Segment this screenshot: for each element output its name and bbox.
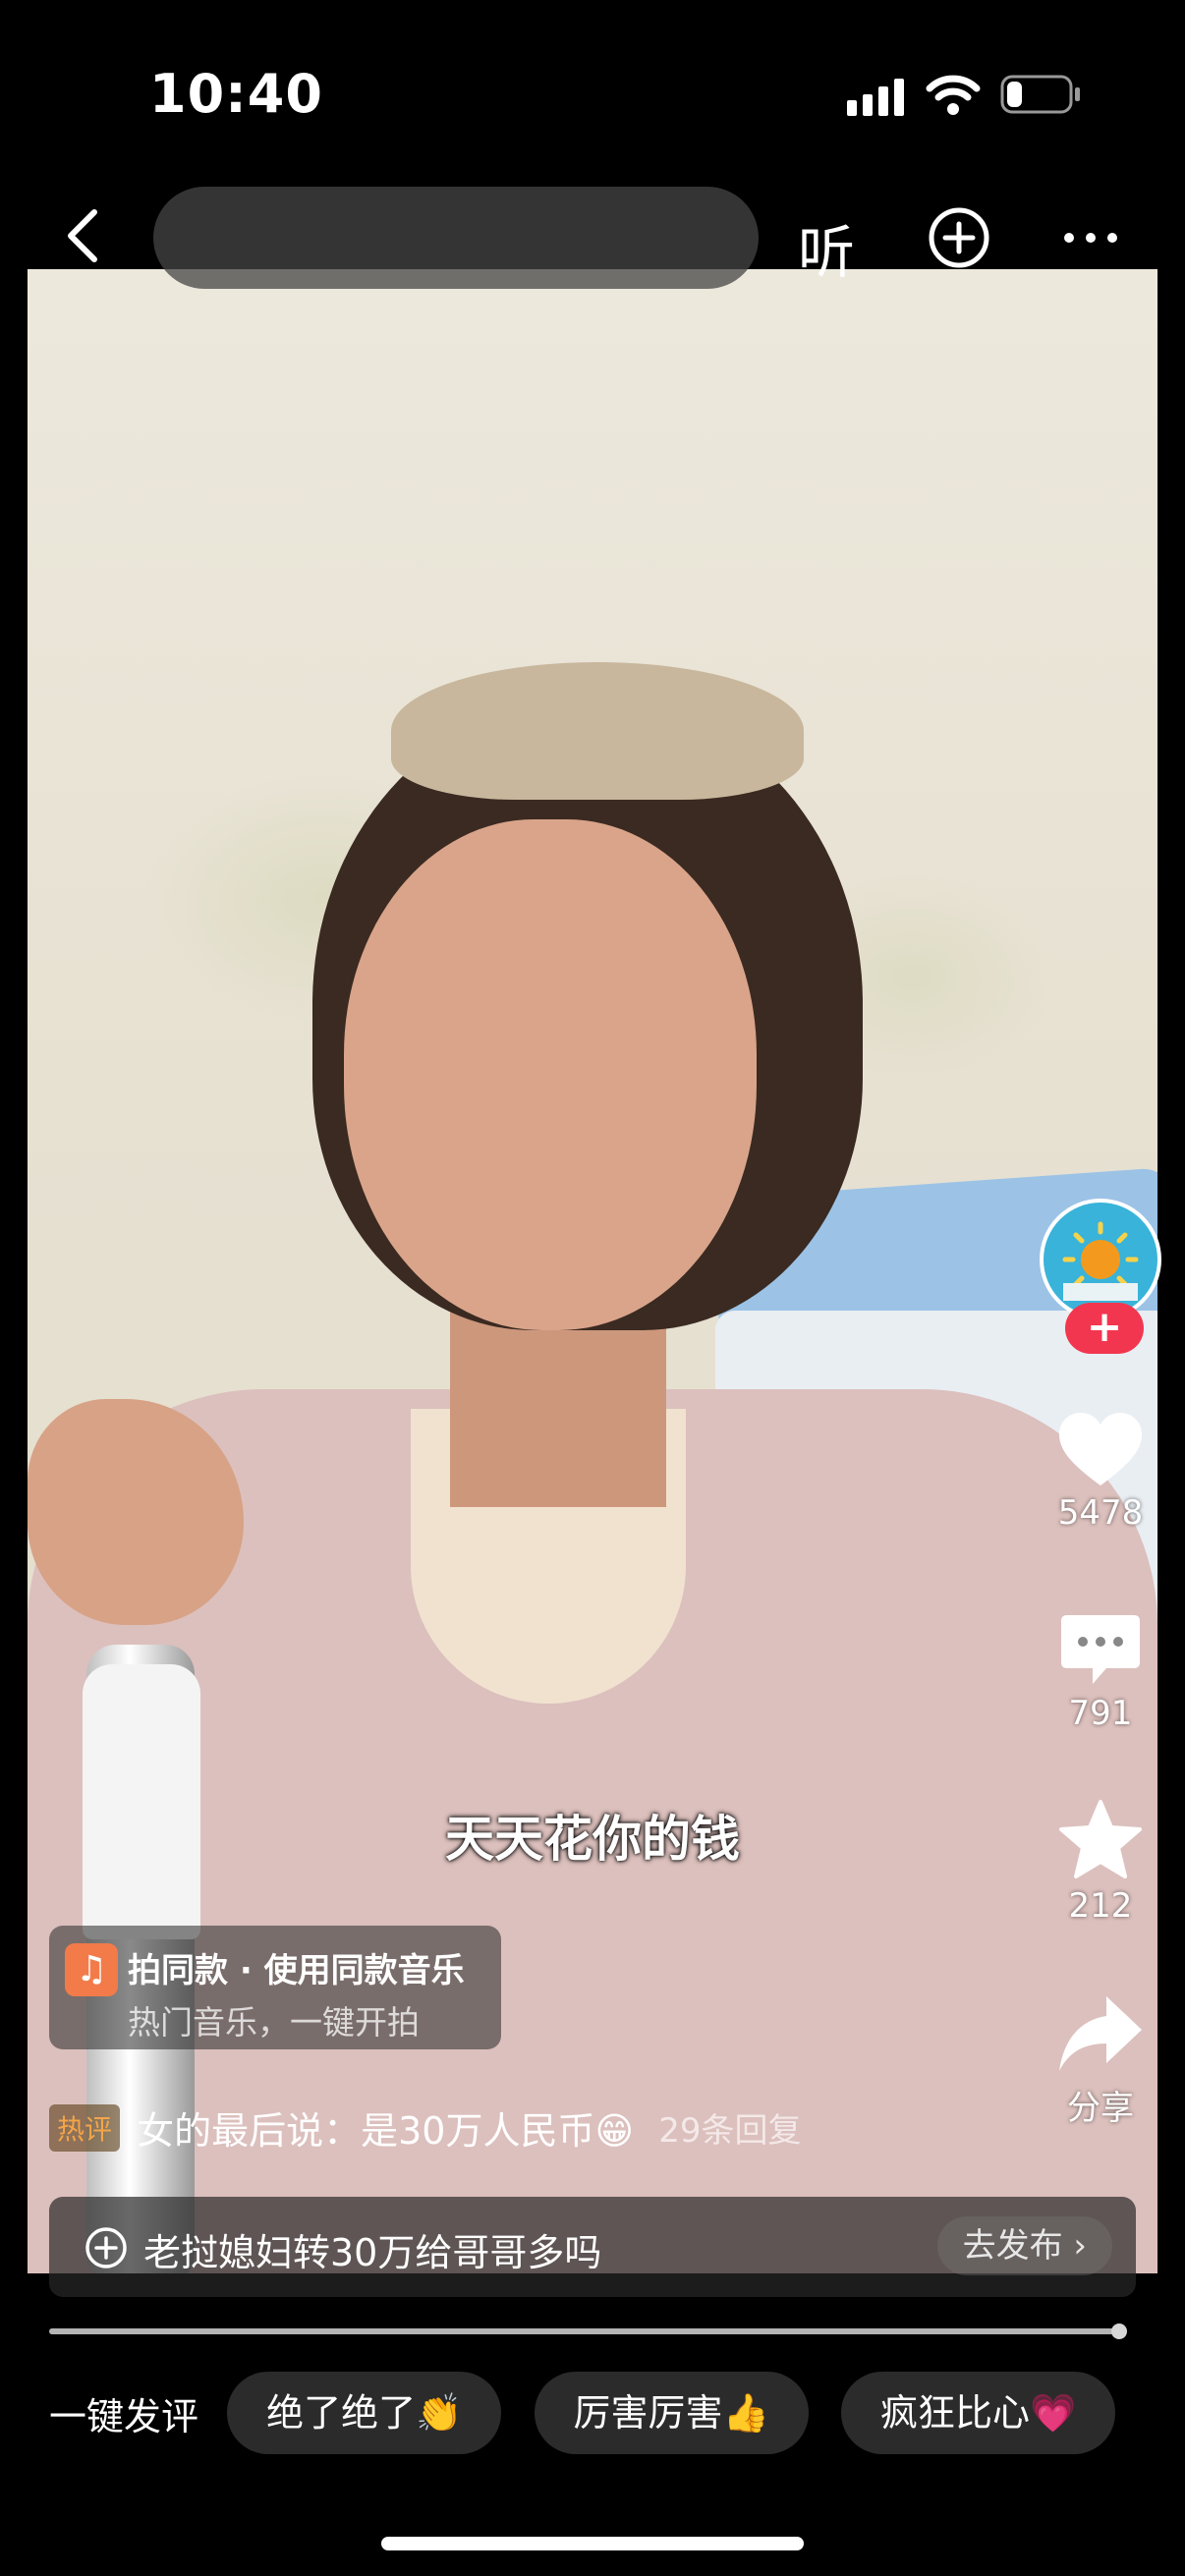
comment-count: 791 (1068, 1694, 1133, 1733)
quick-comment-chip[interactable]: 厉害厉害👍 (534, 2372, 809, 2454)
add-circle-icon[interactable] (928, 206, 990, 269)
like-button[interactable]: 5478 (1022, 1411, 1179, 1533)
comment-button[interactable]: 791 (1022, 1611, 1179, 1733)
hot-comment-text: 女的最后说：是30万人民币😁 (137, 2109, 635, 2153)
share-arrow-icon (1059, 1996, 1142, 2071)
hot-comment[interactable]: 热评 女的最后说：是30万人民币😁 29条回复 (49, 2100, 801, 2159)
quick-comment-label: 一键发评 (49, 2394, 199, 2438)
battery-icon (1000, 75, 1080, 114)
comment-prompt-text: 老挝媳妇转30万给哥哥多吗 (143, 2231, 602, 2274)
sun-avatar-icon (1062, 1221, 1139, 1301)
hot-comment-replies[interactable]: 29条回复 (658, 2111, 801, 2151)
wifi-icon (926, 75, 981, 115)
back-arrow-icon[interactable] (59, 206, 108, 265)
heart-icon (1059, 1413, 1142, 1485)
person-face (344, 819, 757, 1330)
add-circle-icon (85, 2227, 127, 2268)
more-options-icon[interactable] (1059, 206, 1122, 269)
music-note-icon: ♫ (65, 1943, 118, 1996)
share-label: 分享 (1067, 2089, 1134, 2128)
hot-comment-tag: 热评 (49, 2103, 121, 2152)
person-headband (391, 662, 804, 800)
music-card-title: 拍同款 · 使用同款音乐 (128, 1951, 465, 1990)
follow-button[interactable]: + (1065, 1303, 1144, 1354)
quick-comment-chip[interactable]: 绝了绝了👏 (227, 2372, 502, 2454)
use-music-card[interactable]: ♫ 拍同款 · 使用同款音乐 热门音乐，一键开拍 (49, 1926, 501, 2049)
like-count: 5478 (1057, 1493, 1144, 1533)
comment-bubble-icon (1061, 1615, 1140, 1684)
comment-prompt-bar[interactable]: 老挝媳妇转30万给哥哥多吗 去发布 › (49, 2197, 1136, 2297)
quick-comment-chip[interactable]: 疯狂比心💗 (840, 2372, 1116, 2454)
share-button[interactable]: 分享 (1022, 1992, 1179, 2129)
search-field[interactable] (153, 187, 759, 289)
favorite-button[interactable]: 212 (1022, 1798, 1179, 1926)
video-progress-bar[interactable] (49, 2324, 1127, 2339)
top-bar: 听 (0, 187, 1185, 289)
cellular-signal-icon (847, 79, 904, 116)
status-bar: 10:40 (0, 0, 1185, 187)
video-subtitle: 天天花你的钱 (445, 1811, 740, 1868)
favorite-count: 212 (1068, 1886, 1133, 1926)
star-icon (1059, 1800, 1142, 1878)
home-indicator (381, 2537, 804, 2550)
quick-comment-row: 一键发评 绝了绝了👏 厉害厉害👍 疯狂比心💗 (49, 2372, 1143, 2454)
progress-handle[interactable] (1110, 2324, 1127, 2339)
status-time: 10:40 (149, 63, 323, 125)
progress-fill (49, 2328, 1119, 2334)
publish-button[interactable]: 去发布 › (936, 2216, 1112, 2275)
music-card-subtitle: 热门音乐，一键开拍 (128, 2003, 420, 2042)
listen-button[interactable]: 听 (798, 206, 855, 289)
